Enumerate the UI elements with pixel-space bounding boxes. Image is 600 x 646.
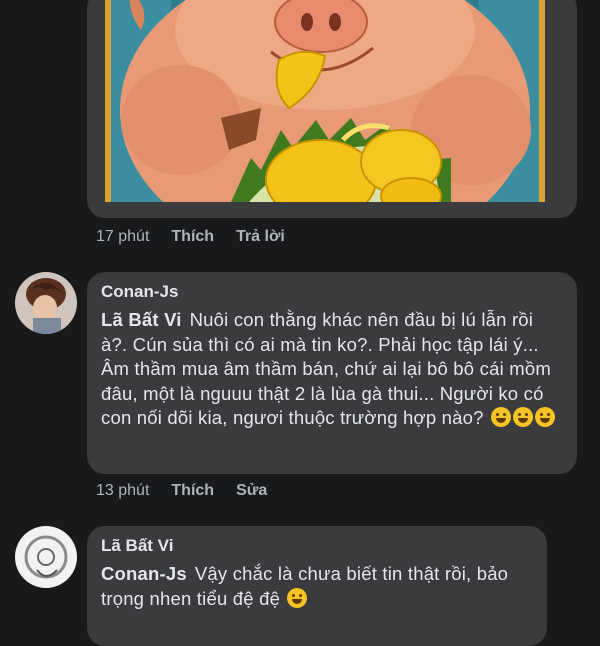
comment-actions: 13 phút Thích Sửa <box>96 482 267 500</box>
rofl-emoji-icon <box>534 407 555 427</box>
avatar[interactable] <box>15 526 77 588</box>
mention-link[interactable]: Lã Bất Vi <box>101 309 182 330</box>
image-comment[interactable] <box>87 0 577 218</box>
avatar-labatvi-image <box>15 526 77 588</box>
rofl-emoji-icon <box>490 407 511 427</box>
like-button[interactable]: Thích <box>171 482 214 500</box>
comment-author[interactable]: Conan-Js <box>101 282 563 302</box>
avatar[interactable] <box>15 272 77 334</box>
comment-bubble: Conan-Js Lã Bất Vi Nuôi con thằng khác nê… <box>87 272 577 474</box>
smile-emoji-icon <box>287 587 308 608</box>
comment-author[interactable]: Lã Bất Vi <box>101 536 533 556</box>
avatar-conan-image <box>15 272 77 334</box>
pig-durian-illustration <box>111 0 539 202</box>
comment-bubble: Lã Bất Vi Conan-Js Vậy chắc là chưa biết … <box>87 526 547 646</box>
comment-time: 17 phút <box>96 228 150 245</box>
rofl-emoji-icon <box>512 407 533 427</box>
reply-button[interactable]: Trả lời <box>236 228 285 246</box>
comment-actions: 17 phút Thích Trả lời <box>96 228 285 246</box>
mention-link[interactable]: Conan-Js <box>101 563 187 584</box>
comment-time: 13 phút <box>96 482 150 499</box>
comment-text: Conan-Js Vậy chắc là chưa biết tin thật r… <box>101 562 533 611</box>
comment-text: Lã Bất Vi Nuôi con thằng khác nên đầu bị … <box>101 308 563 431</box>
like-button[interactable]: Thích <box>171 228 214 246</box>
pig-durian-image[interactable] <box>105 0 545 202</box>
edit-button[interactable]: Sửa <box>236 482 267 500</box>
